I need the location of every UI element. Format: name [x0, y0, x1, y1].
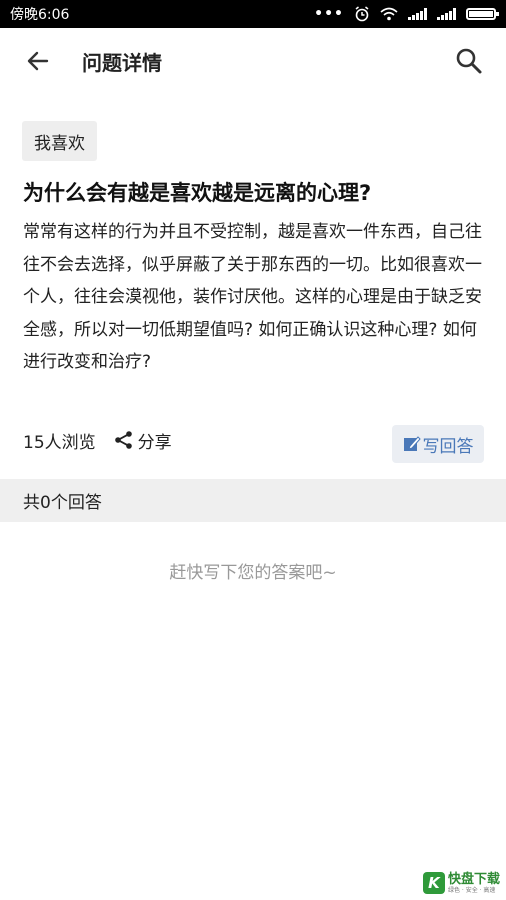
question-tag[interactable]: 我喜欢 [22, 121, 97, 161]
battery-icon [466, 8, 499, 20]
status-bar: 傍晚6:06 ••• [0, 0, 506, 28]
watermark-k-icon: K [422, 872, 445, 894]
edit-icon [403, 436, 421, 451]
answer-count-bar: 共0个回答 [0, 479, 506, 522]
question-title: 为什么会有越是喜欢越是远离的心理? [23, 181, 372, 205]
watermark-subtext: 绿色 · 安全 · 高速 [447, 886, 496, 894]
wifi-icon [380, 7, 398, 21]
write-answer-button[interactable]: 写回答 [392, 425, 484, 463]
signal-icon [408, 8, 427, 20]
alarm-icon [355, 6, 369, 22]
search-icon [456, 48, 482, 74]
back-button[interactable] [24, 47, 52, 75]
view-count: 15人浏览 [23, 432, 96, 453]
watermark-text: 快盘下载 [447, 871, 500, 887]
watermark-logo: K 快盘下载 绿色 · 安全 · 高速 [422, 871, 500, 894]
share-icon [114, 431, 132, 449]
answer-count: 共0个回答 [23, 493, 102, 513]
empty-answers-hint: 赶快写下您的答案吧~ [169, 563, 337, 583]
share-button[interactable]: 分享 [114, 428, 172, 453]
status-time: 傍晚6:06 [10, 7, 70, 23]
share-label: 分享 [137, 432, 172, 453]
more-dots-icon: ••• [314, 6, 344, 22]
signal-icon [437, 8, 456, 20]
question-meta: 15人浏览 分享 [23, 426, 172, 454]
app-bar: 问题详情 [0, 28, 506, 94]
page-title: 问题详情 [82, 50, 162, 75]
arrow-left-icon [27, 51, 49, 71]
write-answer-label: 写回答 [422, 436, 474, 457]
question-body: 常常有这样的行为并且不受控制，越是喜欢一件东西，自己往往不会去选择，似乎屏蔽了关… [23, 222, 482, 372]
search-button[interactable] [454, 46, 484, 76]
status-icons: ••• [314, 6, 499, 22]
